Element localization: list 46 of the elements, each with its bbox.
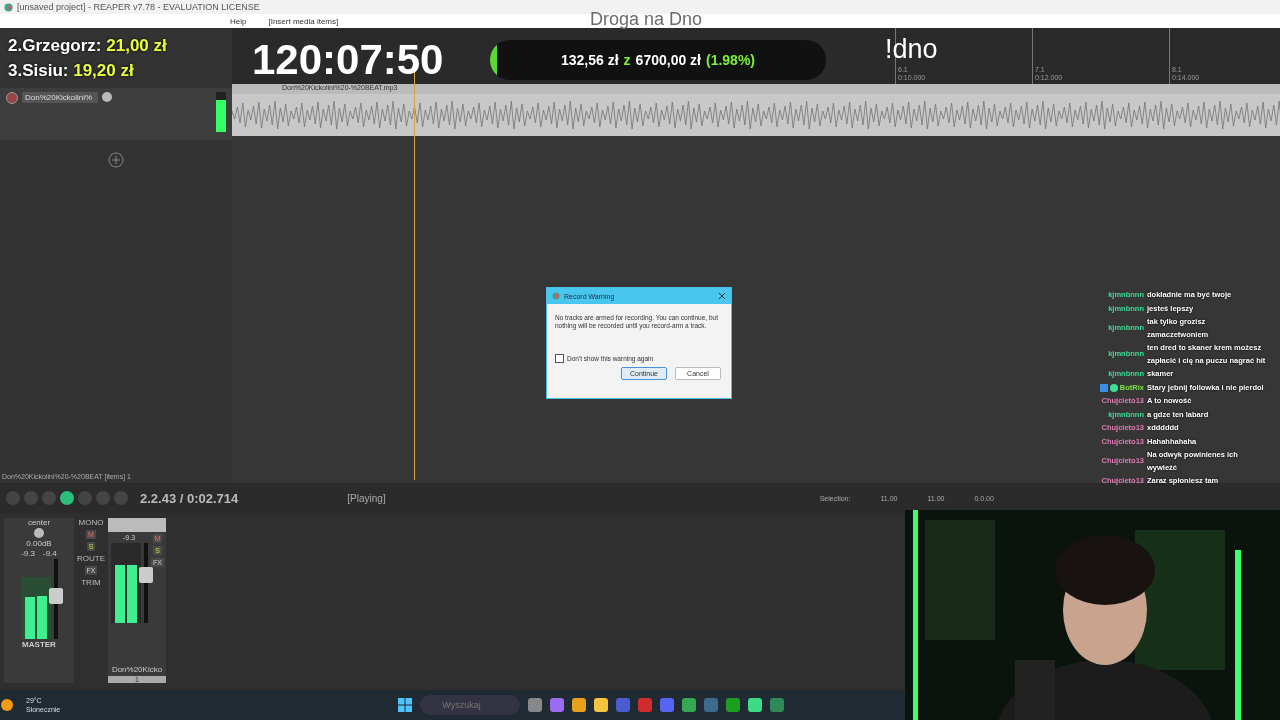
app-icon[interactable] xyxy=(726,698,741,712)
stream-title: Droga na Dno xyxy=(590,9,703,30)
app-icon[interactable] xyxy=(748,698,763,712)
verified-icon xyxy=(1109,383,1118,392)
app-icon[interactable] xyxy=(682,698,697,712)
play-state: [Playing] xyxy=(347,492,386,504)
close-icon[interactable] xyxy=(718,292,726,300)
checkbox[interactable] xyxy=(555,354,564,363)
record-arm-icon[interactable] xyxy=(6,92,18,104)
time-display: 2.2.43 / 0:02.714 xyxy=(140,490,239,506)
peak-readout: -9.3 xyxy=(21,549,35,558)
menu-item[interactable]: [Insert media items] xyxy=(268,16,339,26)
app-icon[interactable] xyxy=(594,698,609,712)
route-label[interactable]: ROUTE xyxy=(77,554,105,563)
master-label: MASTER xyxy=(22,640,56,649)
leaderboard-entry: 3.Sisiu: 19,20 zł xyxy=(8,61,134,80)
pan-knob[interactable] xyxy=(34,528,44,538)
start-icon[interactable] xyxy=(398,698,413,712)
play-button[interactable] xyxy=(60,491,74,505)
track-header[interactable]: Don%20Kickolini% xyxy=(0,88,232,140)
goal-percent: (1.98%) xyxy=(706,52,755,68)
goal-separator: z xyxy=(623,52,631,68)
leaderboard-entry: 2.Grzegorz: 21,00 zł xyxy=(8,36,167,55)
search-field[interactable]: Wyszukaj xyxy=(420,695,521,715)
strip-header xyxy=(108,518,166,532)
track-name[interactable]: Don%20Kickolini% xyxy=(22,92,98,103)
stream-timer: 120:07:50 xyxy=(252,36,444,84)
menu-item[interactable]: Help xyxy=(230,16,247,26)
reaper-logo-icon xyxy=(4,2,13,12)
reaper-logo-icon xyxy=(552,292,560,300)
app-icon[interactable] xyxy=(550,698,565,712)
app-icon[interactable] xyxy=(528,698,543,712)
goal-target: 6700,00 zł xyxy=(635,52,701,68)
strip-name: Don%20Kicko xyxy=(111,665,163,674)
goal-raised: 132,56 zł xyxy=(561,52,619,68)
mono-label[interactable]: MONO xyxy=(78,518,104,527)
chat-command: !dno xyxy=(885,36,938,63)
peak-readout: -9.4 xyxy=(43,549,57,558)
window-title: [unsaved project] - REAPER v7.78 - EVALUATION LICENSE xyxy=(17,2,260,12)
app-icon[interactable] xyxy=(572,698,587,712)
pan-label: center xyxy=(27,518,51,527)
volume-knob[interactable] xyxy=(102,92,112,102)
sun-icon xyxy=(0,698,14,712)
volume-readout: 0.00dB xyxy=(26,539,52,548)
add-icon[interactable] xyxy=(108,152,124,168)
trim-label[interactable]: TRIM xyxy=(81,578,101,587)
